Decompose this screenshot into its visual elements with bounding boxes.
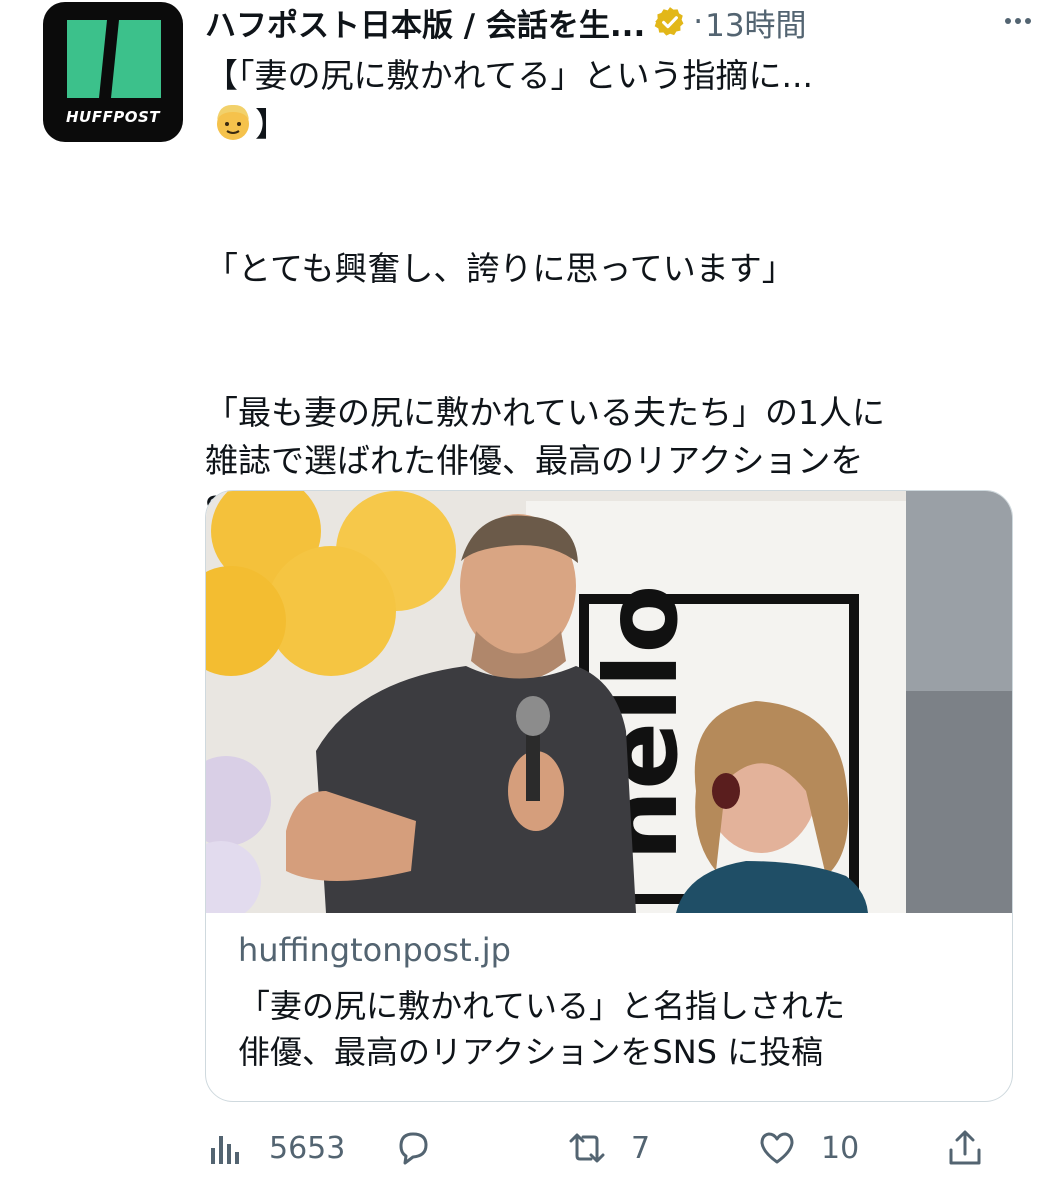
like-count: 10: [821, 1130, 860, 1166]
action-bar: 5653 7 10: [205, 1120, 1005, 1176]
tweet-header: ハフポスト日本版 / 会話を生... · 13時間: [205, 0, 1036, 44]
card-image: hello: [206, 491, 1012, 913]
huffpost-logo-text: HUFFPOST: [65, 108, 160, 126]
heart-icon: [760, 1132, 794, 1164]
retweet-icon: [569, 1133, 605, 1163]
timestamp[interactable]: 13時間: [705, 0, 806, 45]
account-avatar[interactable]: HUFFPOST: [43, 2, 183, 142]
retweet-count: 7: [631, 1130, 651, 1166]
retweet-button[interactable]: 7: [567, 1120, 650, 1176]
reply-icon: [399, 1132, 428, 1165]
man-emoji-icon: [217, 104, 249, 140]
verified-badge-icon: [654, 7, 684, 36]
views-icon: [211, 1136, 239, 1164]
tweet-paragraph-quote: 「とても興奮し、誇りに思っています」: [205, 249, 795, 288]
share-icon: [949, 1130, 981, 1165]
card-domain: huffingtonpost.jp: [238, 931, 511, 969]
like-button[interactable]: 10: [757, 1120, 859, 1176]
tweet-text-line1: 【「妻の尻に敷かれてる」という指摘に...: [205, 56, 813, 95]
tweet-text: 【「妻の尻に敷かれてる」という指摘に... 】 「とても興奮し、誇りに思っていま…: [205, 52, 1005, 533]
huffpost-logo-icon: [67, 20, 161, 98]
views-button[interactable]: 5653: [205, 1120, 345, 1176]
share-button[interactable]: [945, 1120, 985, 1176]
reply-button[interactable]: [393, 1120, 433, 1176]
link-card[interactable]: hello huffingtonpost.jp 「妻の尻に敷かれている」と名指し…: [205, 490, 1013, 1102]
card-title: 「妻の尻に敷かれている」と名指しされた 俳優、最高のリアクションをSNS に投稿: [238, 987, 846, 1071]
author-name[interactable]: ハフポスト日本版 / 会話を生...: [205, 0, 645, 45]
separator-dot: ·: [693, 4, 704, 40]
more-options-icon[interactable]: [1000, 6, 1036, 36]
views-count: 5653: [269, 1130, 346, 1166]
tweet-text-bracket: 】: [255, 105, 288, 144]
